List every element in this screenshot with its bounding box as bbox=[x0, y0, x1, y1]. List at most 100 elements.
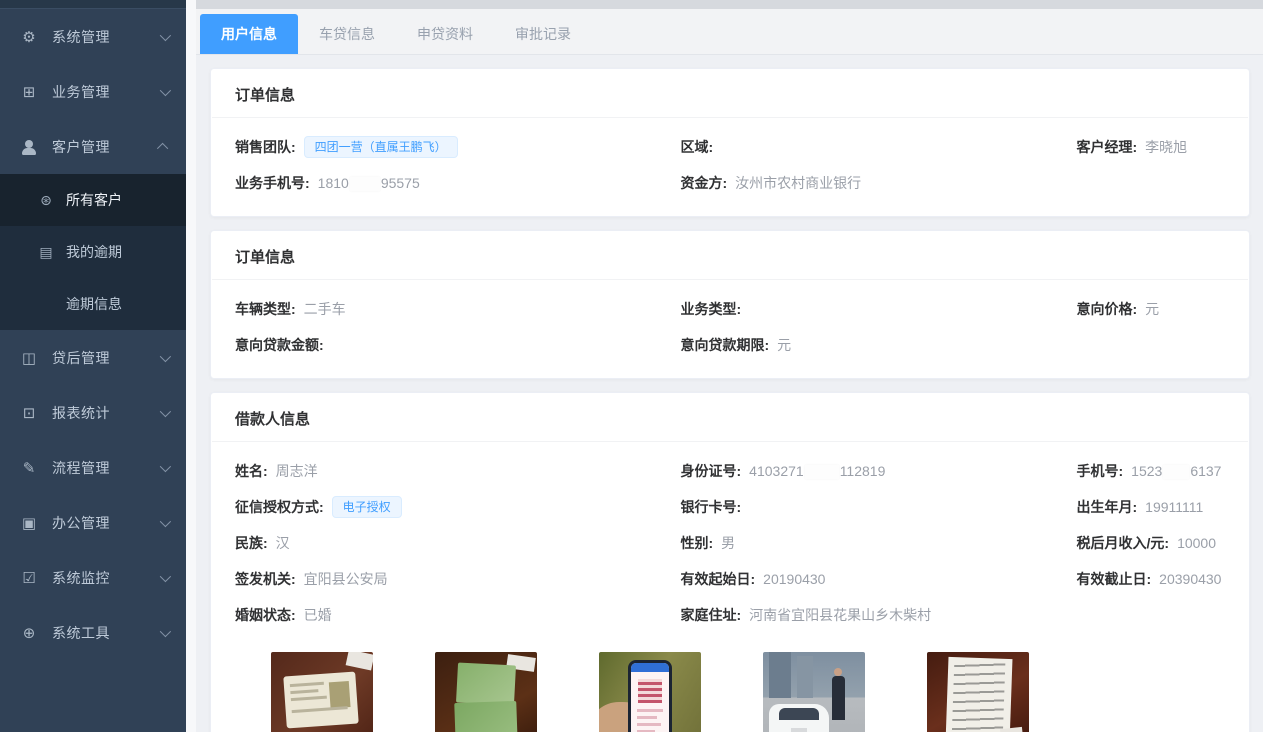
sidebar-item-label: 系统管理 bbox=[52, 27, 160, 47]
phone-qr-image bbox=[599, 652, 701, 732]
field-label: 税后月收入/元: bbox=[1077, 533, 1170, 553]
field-value: 元 bbox=[1145, 299, 1159, 319]
chevron-down-icon bbox=[160, 350, 171, 361]
field-region: 区域: bbox=[681, 136, 1077, 158]
handwritten-doc-photo[interactable]: 其他材料 bbox=[927, 652, 1029, 732]
field-account-manager: 客户经理: 李晓旭 bbox=[1077, 136, 1226, 158]
notebook-icon bbox=[38, 244, 54, 261]
open-book-icon bbox=[20, 349, 38, 367]
content-scrollbar[interactable] bbox=[186, 0, 196, 732]
field-label: 资金方: bbox=[681, 173, 728, 193]
sidebar-item-label: 流程管理 bbox=[52, 458, 160, 478]
sidebar-item-label: 贷后管理 bbox=[52, 348, 160, 368]
chevron-down-icon bbox=[160, 570, 171, 581]
field-label: 身份证号: bbox=[681, 461, 742, 481]
field-label: 销售团队: bbox=[235, 137, 296, 157]
card-title: 订单信息 bbox=[211, 69, 1249, 117]
tab-user-info[interactable]: 用户信息 bbox=[200, 14, 298, 54]
sidebar-subitem-overdue-info[interactable]: 逾期信息 bbox=[0, 278, 186, 330]
credit-auth-tag[interactable]: 电子授权 bbox=[332, 496, 402, 518]
field-label: 意向贷款期限: bbox=[681, 335, 770, 355]
borrower-info-card: 借款人信息 姓名: 周志洋 身份证号: 4103271112819 手机号: 1… bbox=[210, 392, 1250, 732]
sidebar-item-business-mgmt[interactable]: 业务管理 bbox=[0, 64, 186, 119]
card-body: 销售团队: 四团一营（直属王鹏飞） 区域: 客户经理: 李晓旭 业务手机号: 1… bbox=[211, 118, 1249, 216]
card-body: 车辆类型: 二手车 业务类型: 意向价格: 元 意向贷款金额: bbox=[211, 280, 1249, 378]
card-body: 姓名: 周志洋 身份证号: 4103271112819 手机号: 1523 613… bbox=[211, 442, 1249, 732]
chevron-down-icon bbox=[160, 515, 171, 526]
sales-team-tag[interactable]: 四团一营（直属王鹏飞） bbox=[304, 136, 458, 158]
field-credit-auth-method: 征信授权方式: 电子授权 bbox=[235, 496, 681, 518]
handwritten-doc-image bbox=[927, 652, 1029, 732]
field-value: 男 bbox=[721, 533, 735, 553]
field-intent-loan-term: 意向贷款期限: 元 bbox=[681, 334, 1077, 356]
field-label: 婚姻状态: bbox=[235, 605, 296, 625]
sidebar-item-label: 系统监控 bbox=[52, 568, 160, 588]
workflow-icon bbox=[20, 459, 38, 477]
field-label: 业务类型: bbox=[681, 299, 742, 319]
sidebar-item-system-tools[interactable]: 系统工具 bbox=[0, 605, 186, 660]
chevron-down-icon bbox=[160, 29, 171, 40]
sidebar-subitem-label: 所有客户 bbox=[66, 190, 122, 210]
field-id-number: 身份证号: 4103271112819 bbox=[681, 460, 1077, 482]
field-value: 宜阳县公安局 bbox=[304, 569, 388, 589]
field-label: 征信授权方式: bbox=[235, 497, 324, 517]
tab-car-loan-info[interactable]: 车贷信息 bbox=[298, 14, 396, 54]
sidebar-item-office-mgmt[interactable]: 办公管理 bbox=[0, 495, 186, 550]
sidebar-item-label: 办公管理 bbox=[52, 513, 160, 533]
order-info-card-1: 订单信息 销售团队: 四团一营（直属王鹏飞） 区域: 客户经理: 李晓旭 bbox=[210, 68, 1250, 217]
field-value: 20190430 bbox=[763, 571, 825, 587]
sidebar-item-workflow-mgmt[interactable]: 流程管理 bbox=[0, 440, 186, 495]
sidebar-subitem-my-overdue[interactable]: 我的逾期 bbox=[0, 226, 186, 278]
field-value: 4103271112819 bbox=[749, 463, 885, 479]
credit-auth-qr-photo[interactable]: 征信授权 bbox=[599, 652, 701, 732]
tab-approval-records[interactable]: 审批记录 bbox=[494, 14, 592, 54]
mobile-prefix: 1523 bbox=[1131, 463, 1162, 479]
mobile-suffix: 6137 bbox=[1190, 463, 1221, 479]
sidebar-item-system-monitor[interactable]: 系统监控 bbox=[0, 550, 186, 605]
censor-blur bbox=[350, 177, 380, 191]
content-top-strip bbox=[196, 0, 1263, 9]
field-ethnicity: 民族: 汉 bbox=[235, 532, 681, 554]
censor-blur bbox=[1163, 465, 1189, 479]
field-name: 姓名: 周志洋 bbox=[235, 460, 681, 482]
field-empty bbox=[1077, 334, 1226, 356]
card-title: 订单信息 bbox=[211, 231, 1249, 279]
field-bank-card: 银行卡号: bbox=[681, 496, 1077, 518]
sidebar-item-postloan-mgmt[interactable]: 贷后管理 bbox=[0, 330, 186, 385]
main-content: 用户信息 车贷信息 申贷资料 审批记录 订单信息 销售团队: 四团一营（直属王鹏… bbox=[196, 0, 1263, 732]
field-label: 区域: bbox=[681, 137, 714, 157]
field-value: 二手车 bbox=[304, 299, 346, 319]
id-card-photo[interactable]: 身份证 bbox=[271, 652, 373, 732]
person-with-car-photo[interactable]: 合影 bbox=[763, 652, 865, 732]
sidebar-item-report-stats[interactable]: 报表统计 bbox=[0, 385, 186, 440]
field-label: 业务手机号: bbox=[235, 173, 310, 193]
field-label: 姓名: bbox=[235, 461, 268, 481]
sidebar-subitem-label: 逾期信息 bbox=[66, 294, 122, 314]
sidebar-subitem-all-customers[interactable]: 所有客户 bbox=[0, 174, 186, 226]
gear-icon bbox=[20, 28, 38, 46]
field-label: 签发机关: bbox=[235, 569, 296, 589]
license-booklet-photo[interactable]: 驾驶证原件 bbox=[435, 652, 537, 732]
field-marital-status: 婚姻状态: 已婚 bbox=[235, 604, 681, 626]
user-icon bbox=[20, 139, 38, 155]
card-title: 借款人信息 bbox=[211, 393, 1249, 441]
field-label: 性别: bbox=[681, 533, 714, 553]
tools-icon bbox=[20, 624, 38, 642]
field-label: 客户经理: bbox=[1077, 137, 1138, 157]
sidebar-subitem-label: 我的逾期 bbox=[66, 242, 122, 262]
detail-tabs: 用户信息 车贷信息 申贷资料 审批记录 bbox=[196, 9, 1263, 55]
monitor-icon bbox=[20, 404, 38, 422]
field-issuing-authority: 签发机关: 宜阳县公安局 bbox=[235, 568, 681, 590]
car-image bbox=[763, 652, 865, 732]
tab-loan-application-docs[interactable]: 申贷资料 bbox=[396, 14, 494, 54]
sidebar-item-label: 客户管理 bbox=[52, 137, 160, 157]
chevron-down-icon bbox=[160, 625, 171, 636]
censor-blur bbox=[805, 465, 839, 479]
chevron-down-icon bbox=[160, 460, 171, 471]
sidebar-item-system-mgmt[interactable]: 系统管理 bbox=[0, 9, 186, 64]
field-value: 181095575 bbox=[318, 175, 420, 191]
sidebar-item-customer-mgmt[interactable]: 客户管理 bbox=[0, 119, 186, 174]
field-birth-date: 出生年月: 19911111 bbox=[1077, 496, 1226, 518]
field-value: 汉 bbox=[276, 533, 290, 553]
field-label: 手机号: bbox=[1077, 461, 1124, 481]
